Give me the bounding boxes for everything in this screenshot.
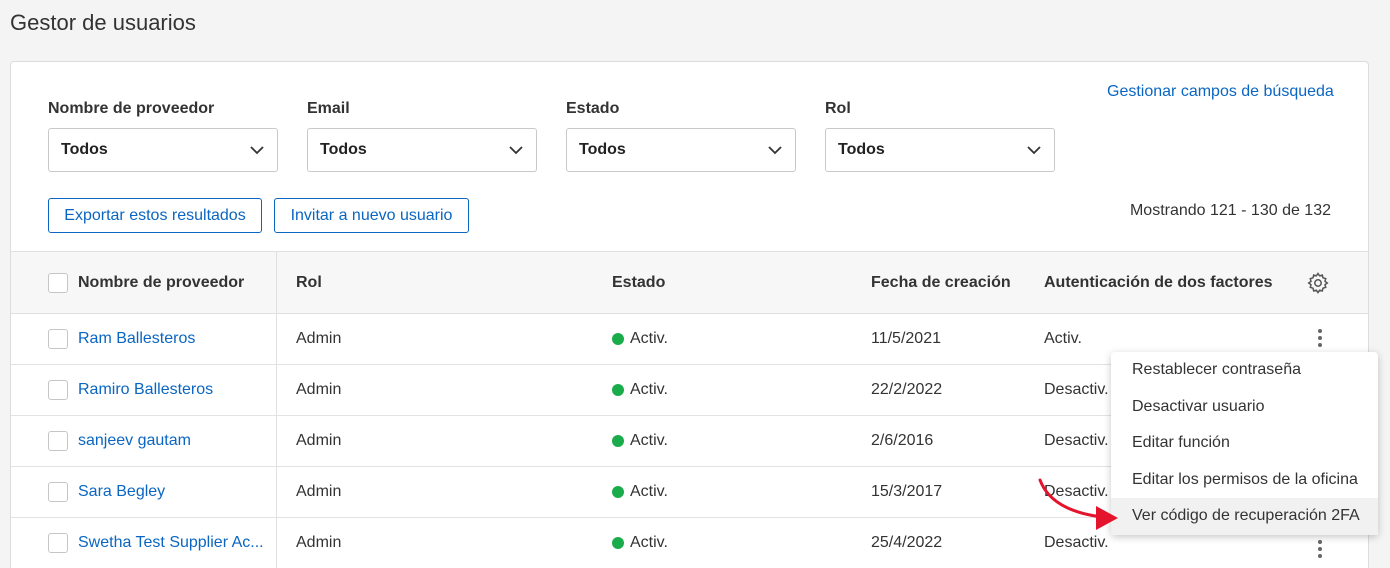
row-checkbox[interactable]	[48, 482, 68, 502]
export-results-button[interactable]: Exportar estos resultados	[48, 198, 262, 233]
row-actions-button[interactable]	[1317, 540, 1323, 558]
chevron-down-icon	[1027, 146, 1041, 155]
status-text: Activ.	[630, 483, 668, 500]
column-settings-button[interactable]	[1306, 252, 1330, 314]
gear-icon	[1307, 272, 1329, 294]
role-cell: Admin	[296, 534, 342, 551]
role-cell: Admin	[296, 483, 342, 500]
status-cell: Activ.	[612, 518, 668, 568]
edit-office-permissions-menu-item[interactable]: Editar los permisos de la oficina	[1111, 462, 1378, 499]
status-cell: Activ.	[612, 314, 668, 364]
row-actions-button[interactable]	[1317, 329, 1323, 347]
select-value: Todos	[838, 141, 885, 158]
status-cell: Activ.	[612, 416, 668, 466]
twofa-cell: Desactiv.	[1044, 432, 1109, 449]
role-cell: Admin	[296, 432, 342, 449]
select-value: Todos	[320, 141, 367, 158]
header-created: Fecha de creación	[871, 274, 1011, 291]
reset-password-menu-item[interactable]: Restablecer contraseña	[1111, 352, 1378, 389]
supplier-name-link[interactable]: Swetha Test Supplier Ac...	[78, 534, 264, 552]
twofa-cell: Desactiv.	[1044, 381, 1109, 398]
row-checkbox[interactable]	[48, 380, 68, 400]
supplier-name-link[interactable]: sanjeev gautam	[78, 432, 191, 450]
column-divider	[276, 252, 277, 313]
kebab-menu-icon	[1318, 329, 1322, 333]
created-cell: 22/2/2022	[871, 381, 943, 398]
status-text: Activ.	[630, 330, 668, 347]
select-all-checkbox[interactable]	[48, 273, 68, 293]
supplier-name-link[interactable]: Sara Begley	[78, 483, 165, 501]
edit-role-menu-item[interactable]: Editar función	[1111, 425, 1378, 462]
header-status: Estado	[612, 274, 666, 291]
chevron-down-icon	[250, 146, 264, 155]
created-cell: 2/6/2016	[871, 432, 934, 449]
invite-user-button[interactable]: Invitar a nuevo usuario	[274, 198, 469, 233]
twofa-cell: Activ.	[1044, 330, 1082, 347]
filter-status: Estado Todos	[566, 100, 796, 172]
status-cell: Activ.	[612, 365, 668, 415]
status-select[interactable]: Todos	[566, 128, 796, 172]
header-supplier-name: Nombre de proveedor	[48, 252, 244, 314]
row-checkbox[interactable]	[48, 329, 68, 349]
chevron-down-icon	[509, 146, 523, 155]
supplier-name-link[interactable]: Ramiro Ballesteros	[78, 381, 213, 399]
column-divider	[276, 416, 277, 466]
status-text: Activ.	[630, 432, 668, 449]
row-checkbox[interactable]	[48, 431, 68, 451]
column-divider	[276, 467, 277, 517]
filter-role: Rol Todos	[825, 100, 1055, 172]
filter-email: Email Todos	[307, 100, 537, 172]
filter-label: Rol	[825, 100, 851, 117]
supplier-name-link[interactable]: Ram Ballesteros	[78, 330, 195, 348]
view-2fa-recovery-code-menu-item[interactable]: Ver código de recuperación 2FA	[1111, 498, 1378, 535]
column-divider	[276, 365, 277, 415]
row-actions-menu: Restablecer contraseña Desactivar usuari…	[1111, 352, 1378, 535]
header-role: Rol	[296, 274, 322, 291]
status-dot	[612, 435, 624, 447]
status-dot	[612, 486, 624, 498]
filter-label: Email	[307, 100, 350, 117]
twofa-cell: Desactiv.	[1044, 483, 1109, 500]
status-dot	[612, 537, 624, 549]
role-cell: Admin	[296, 381, 342, 398]
filter-supplier-name: Nombre de proveedor Todos	[48, 100, 278, 172]
status-text: Activ.	[630, 381, 668, 398]
created-cell: 25/4/2022	[871, 534, 943, 551]
role-cell: Admin	[296, 330, 342, 347]
select-value: Todos	[61, 141, 108, 158]
chevron-down-icon	[768, 146, 782, 155]
status-dot	[612, 333, 624, 345]
header-2fa: Autenticación de dos factores	[1044, 274, 1273, 291]
created-cell: 11/5/2021	[871, 330, 941, 347]
supplier-name-select[interactable]: Todos	[48, 128, 278, 172]
select-value: Todos	[579, 141, 626, 158]
deactivate-user-menu-item[interactable]: Desactivar usuario	[1111, 389, 1378, 426]
twofa-cell: Desactiv.	[1044, 534, 1109, 551]
filter-label: Estado	[566, 100, 620, 117]
column-divider	[276, 314, 277, 364]
page-title: Gestor de usuarios	[10, 10, 196, 35]
manage-search-fields-link[interactable]: Gestionar campos de búsqueda	[1107, 83, 1334, 101]
status-text: Activ.	[630, 534, 668, 551]
email-select[interactable]: Todos	[307, 128, 537, 172]
row-checkbox[interactable]	[48, 533, 68, 553]
role-select[interactable]: Todos	[825, 128, 1055, 172]
header-label: Nombre de proveedor	[78, 274, 245, 291]
status-cell: Activ.	[612, 467, 668, 517]
column-divider	[276, 518, 277, 568]
status-dot	[612, 384, 624, 396]
created-cell: 15/3/2017	[871, 483, 943, 500]
pagination-summary: Mostrando 121 - 130 de 132	[1129, 202, 1331, 219]
table-header: Nombre de proveedor Rol Estado Fecha de …	[11, 251, 1368, 314]
filter-label: Nombre de proveedor	[48, 100, 215, 117]
kebab-menu-icon	[1318, 540, 1322, 544]
